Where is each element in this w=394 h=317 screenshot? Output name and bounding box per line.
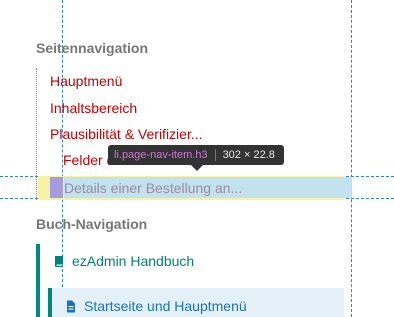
book-icon bbox=[54, 255, 64, 268]
page: Seitennavigation Hauptmenü Inhaltsbereic… bbox=[0, 0, 394, 317]
page-nav-item-plausibilitaet[interactable]: Plausibilität & Verifizier... bbox=[50, 126, 203, 142]
chapter-nav-label: Startseite und Hauptmenü bbox=[84, 298, 247, 314]
nav-rail bbox=[36, 68, 37, 200]
document-icon bbox=[66, 300, 76, 313]
tooltip-dimensions: 302 × 22.8 bbox=[222, 149, 275, 161]
chapter-active-bar bbox=[48, 288, 52, 317]
page-nav-item-hauptmenu[interactable]: Hauptmenü bbox=[50, 73, 122, 89]
page-nav-item-inhaltsbereich[interactable]: Inhaltsbereich bbox=[50, 100, 137, 116]
section-title-buch-navigation: Buch-Navigation bbox=[36, 216, 148, 232]
book-nav-item-ezadmin-handbuch[interactable]: ezAdmin Handbuch bbox=[54, 253, 194, 269]
devtools-element-tooltip: li.page-nav-item.h3 302 × 22.8 bbox=[108, 145, 284, 165]
tooltip-divider bbox=[214, 149, 216, 161]
devtools-guide-line bbox=[351, 0, 352, 317]
tooltip-arrow bbox=[191, 165, 203, 171]
book-active-bar bbox=[36, 244, 40, 317]
section-title-seitennavigation: Seitennavigation bbox=[36, 40, 149, 56]
book-nav-label: ezAdmin Handbuch bbox=[72, 253, 195, 269]
devtools-highlight-margin bbox=[50, 177, 63, 198]
page-nav-item-felder[interactable]: Felder d bbox=[63, 152, 114, 168]
page-nav-item-details-bestellung[interactable]: Details einer Bestellung an... bbox=[64, 180, 242, 196]
chapter-nav-item-startseite[interactable]: Startseite und Hauptmenü bbox=[66, 298, 247, 314]
tooltip-selector: li.page-nav-item.h3 bbox=[114, 149, 208, 161]
